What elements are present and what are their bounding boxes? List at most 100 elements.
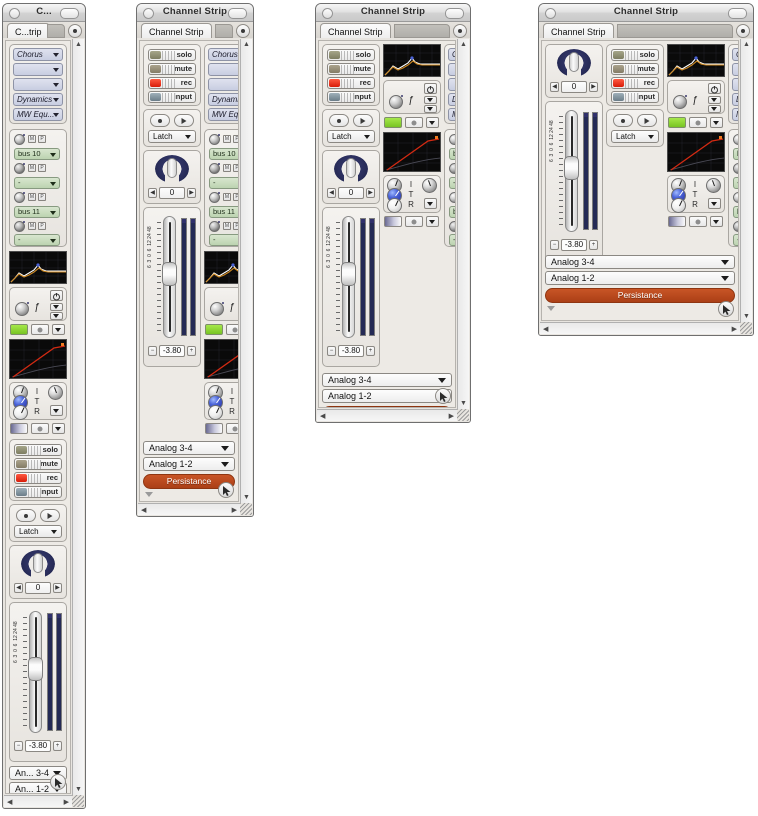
eq-curve-graph[interactable] xyxy=(667,44,725,77)
send-bus-3[interactable]: - xyxy=(14,234,60,246)
plugin-slot-4[interactable]: MW Equ... xyxy=(13,108,63,121)
fader-value-field[interactable]: -3.80 xyxy=(561,239,587,251)
eq-curve-graph[interactable] xyxy=(383,44,441,77)
plugin-slot-1[interactable] xyxy=(732,63,738,76)
scroll-down-arrow[interactable]: ▼ xyxy=(243,494,250,501)
send-mute-button[interactable]: M xyxy=(28,222,36,230)
scroll-up-arrow[interactable]: ▲ xyxy=(460,41,467,48)
plugin-slot-0[interactable]: Chorus xyxy=(448,48,455,61)
automation-record-button[interactable] xyxy=(16,509,36,522)
plugin-slot-4[interactable]: MW Equ... xyxy=(732,108,738,121)
fader-increment-button[interactable]: + xyxy=(589,240,598,250)
dynamics-preset-menu[interactable] xyxy=(710,216,723,227)
plugin-slot-1[interactable] xyxy=(208,63,238,76)
mute-button[interactable]: mute xyxy=(611,63,659,75)
fader-value-field[interactable]: -3.80 xyxy=(159,345,185,357)
pan-knob[interactable] xyxy=(155,155,189,185)
send-mute-button[interactable]: M xyxy=(28,135,36,143)
plugin-slot-0[interactable]: Chorus xyxy=(732,48,738,61)
send-mute-button[interactable]: M xyxy=(223,164,231,172)
pan-increment-button[interactable]: ▶ xyxy=(187,188,196,198)
send-bus-2[interactable]: bus 11 xyxy=(209,206,238,218)
input-button[interactable]: input xyxy=(14,486,62,498)
send-bus-2[interactable]: bus 11 xyxy=(449,206,455,218)
eq-down-button[interactable] xyxy=(424,105,437,113)
plugin-slot-1[interactable] xyxy=(448,63,455,76)
automation-mode-select[interactable]: Latch xyxy=(611,130,659,143)
surround-knob-i-right[interactable] xyxy=(48,385,63,400)
solo-button[interactable]: solo xyxy=(327,49,375,61)
pan-increment-button[interactable]: ▶ xyxy=(53,583,62,593)
fader-decrement-button[interactable]: − xyxy=(14,741,23,751)
send-pre-button[interactable]: P xyxy=(233,222,238,230)
send-bus-3[interactable]: - xyxy=(209,234,238,246)
send-bus-1[interactable]: - xyxy=(449,177,455,189)
send-level-knob[interactable] xyxy=(449,192,455,203)
zoom-button[interactable] xyxy=(445,8,464,19)
resize-grip[interactable] xyxy=(457,409,469,421)
fader-increment-button[interactable]: + xyxy=(53,741,62,751)
send-pre-button[interactable]: P xyxy=(38,193,46,201)
tab-menu-button[interactable] xyxy=(453,24,467,38)
tab-menu-button[interactable] xyxy=(236,24,250,38)
automation-record-button[interactable] xyxy=(329,114,349,127)
send-level-knob[interactable] xyxy=(209,163,220,174)
surround-menu-button[interactable] xyxy=(424,198,437,209)
send-level-knob[interactable] xyxy=(14,163,25,174)
zoom-button[interactable] xyxy=(228,8,247,19)
automation-mode-select[interactable]: Latch xyxy=(14,525,62,538)
surround-knob-r[interactable] xyxy=(13,405,28,420)
scroll-right-arrow[interactable]: ▶ xyxy=(449,413,454,420)
eq-power-button[interactable] xyxy=(50,290,63,301)
automation-play-button[interactable] xyxy=(174,114,194,127)
input-button[interactable]: input xyxy=(611,91,659,103)
resize-grip[interactable] xyxy=(72,795,84,807)
input-button[interactable]: input xyxy=(327,91,375,103)
input-button[interactable]: input xyxy=(148,91,196,103)
send-mute-button[interactable]: M xyxy=(28,193,36,201)
eq-down-button[interactable] xyxy=(50,312,63,320)
send-bus-1[interactable]: - xyxy=(733,177,738,189)
eq-power-button[interactable] xyxy=(708,83,721,94)
fader-handle[interactable] xyxy=(341,262,356,286)
send-level-knob[interactable] xyxy=(14,134,25,145)
cursor-tool-button[interactable] xyxy=(718,301,734,317)
automation-play-button[interactable] xyxy=(637,114,657,127)
dynamics-meter-bar[interactable] xyxy=(10,423,28,434)
plugin-slot-4[interactable]: MW Equ... xyxy=(448,108,455,121)
surround-knob-i-right[interactable] xyxy=(422,178,437,193)
eq-gain-knob[interactable] xyxy=(673,95,687,109)
pan-value-field[interactable]: 0 xyxy=(25,582,51,594)
horizontal-scrollbar[interactable]: ◀ ▶ xyxy=(317,409,457,421)
tab-channel-strip[interactable]: C...trip xyxy=(7,23,50,39)
dynamics-curve-graph[interactable] xyxy=(667,132,725,172)
automation-play-button[interactable] xyxy=(353,114,373,127)
eq-up-button[interactable] xyxy=(708,96,721,104)
record-button[interactable]: rec xyxy=(611,77,659,89)
channel-strip-window-3[interactable]: Channel Strip Channel Strip solo mute re… xyxy=(315,3,471,423)
eq-mode-button[interactable] xyxy=(226,324,238,335)
eq-mode-button[interactable] xyxy=(31,324,49,335)
solo-button[interactable]: solo xyxy=(611,49,659,61)
surround-knob-r[interactable] xyxy=(387,198,402,213)
pan-decrement-button[interactable]: ◀ xyxy=(148,188,157,198)
plugin-slot-4[interactable]: MW Equ... xyxy=(208,108,238,121)
fader-decrement-button[interactable]: − xyxy=(327,346,336,356)
tab-channel-strip[interactable]: Channel Strip xyxy=(141,23,212,39)
send-level-knob[interactable] xyxy=(14,221,25,232)
send-pre-button[interactable]: P xyxy=(38,222,46,230)
send-bus-0[interactable]: bus 10 xyxy=(733,148,738,160)
zoom-button[interactable] xyxy=(60,8,79,19)
send-level-knob[interactable] xyxy=(449,221,455,232)
fader-value-field[interactable]: -3.80 xyxy=(338,345,364,357)
plugin-slot-3[interactable]: Dynamics xyxy=(732,93,738,106)
output-select-2[interactable]: Analog 1-2 xyxy=(322,389,452,403)
dynamics-meter-bar[interactable] xyxy=(668,216,686,227)
send-level-knob[interactable] xyxy=(733,221,738,232)
automation-record-button[interactable] xyxy=(150,114,170,127)
send-level-knob[interactable] xyxy=(449,163,455,174)
dynamics-meter-bar[interactable] xyxy=(205,423,223,434)
dynamics-preset-menu[interactable] xyxy=(52,423,65,434)
mute-button[interactable]: mute xyxy=(327,63,375,75)
record-button[interactable]: rec xyxy=(148,77,196,89)
